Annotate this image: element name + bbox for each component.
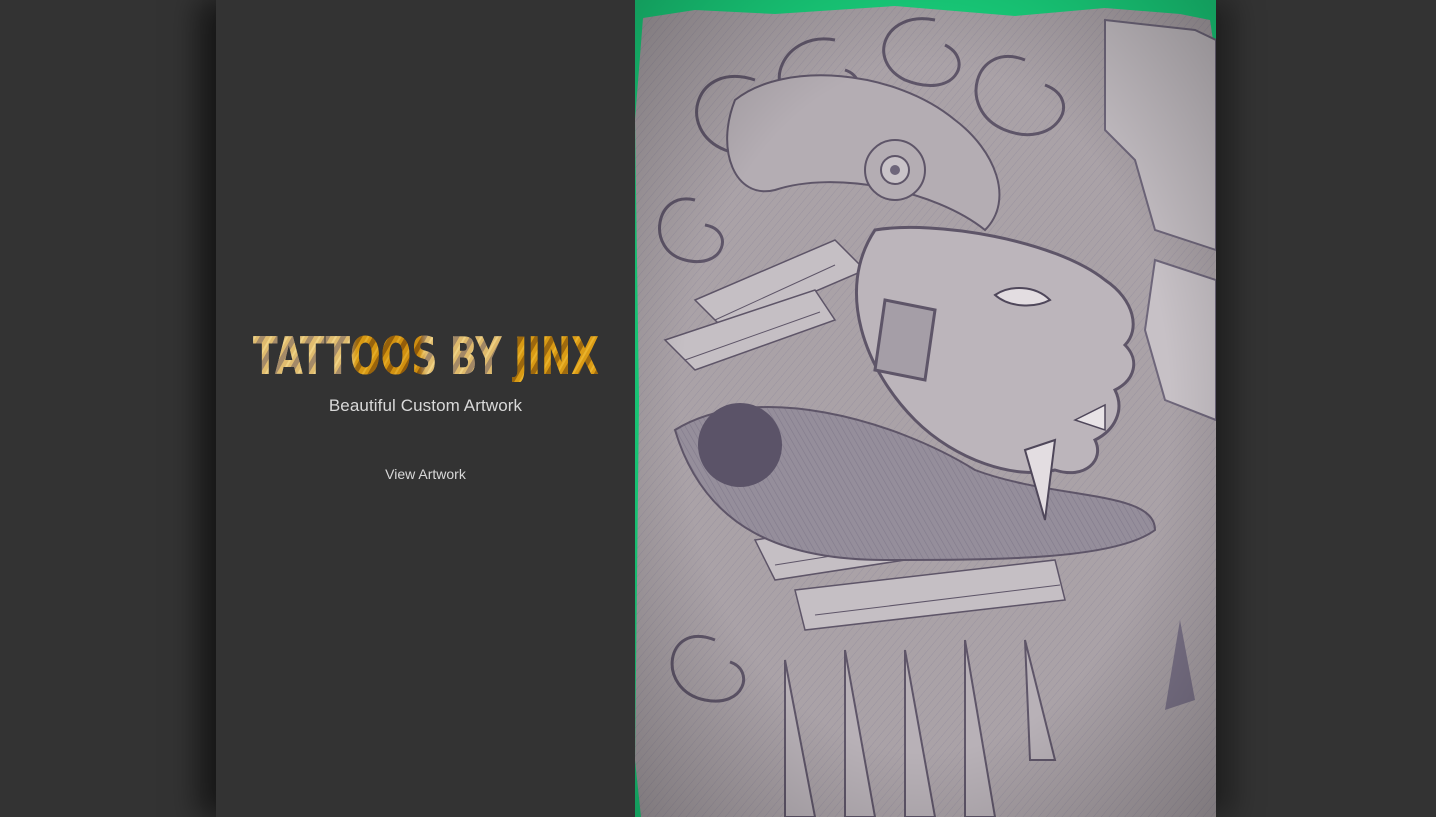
logo-wordmark: TATTOOS BY JINX TATTOOS BY JINX: [253, 327, 599, 382]
artwork-image: [635, 0, 1216, 817]
hero-text-panel: TATTOOS BY JINX TATTOOS BY JINX Beautifu…: [216, 0, 635, 817]
artwork-sketch: [635, 0, 1216, 817]
view-artwork-link[interactable]: View Artwork: [216, 466, 635, 482]
view-artwork-label: View Artwork: [385, 466, 466, 482]
hero-card: TATTOOS BY JINX TATTOOS BY JINX Beautifu…: [216, 0, 1216, 817]
svg-text:TATTOOS BY JINX: TATTOOS BY JINX: [253, 327, 599, 382]
page-background: TATTOOS BY JINX TATTOOS BY JINX Beautifu…: [0, 0, 1436, 817]
site-logo[interactable]: TATTOOS BY JINX TATTOOS BY JINX: [252, 322, 600, 382]
tagline: Beautiful Custom Artwork: [328, 396, 523, 415]
